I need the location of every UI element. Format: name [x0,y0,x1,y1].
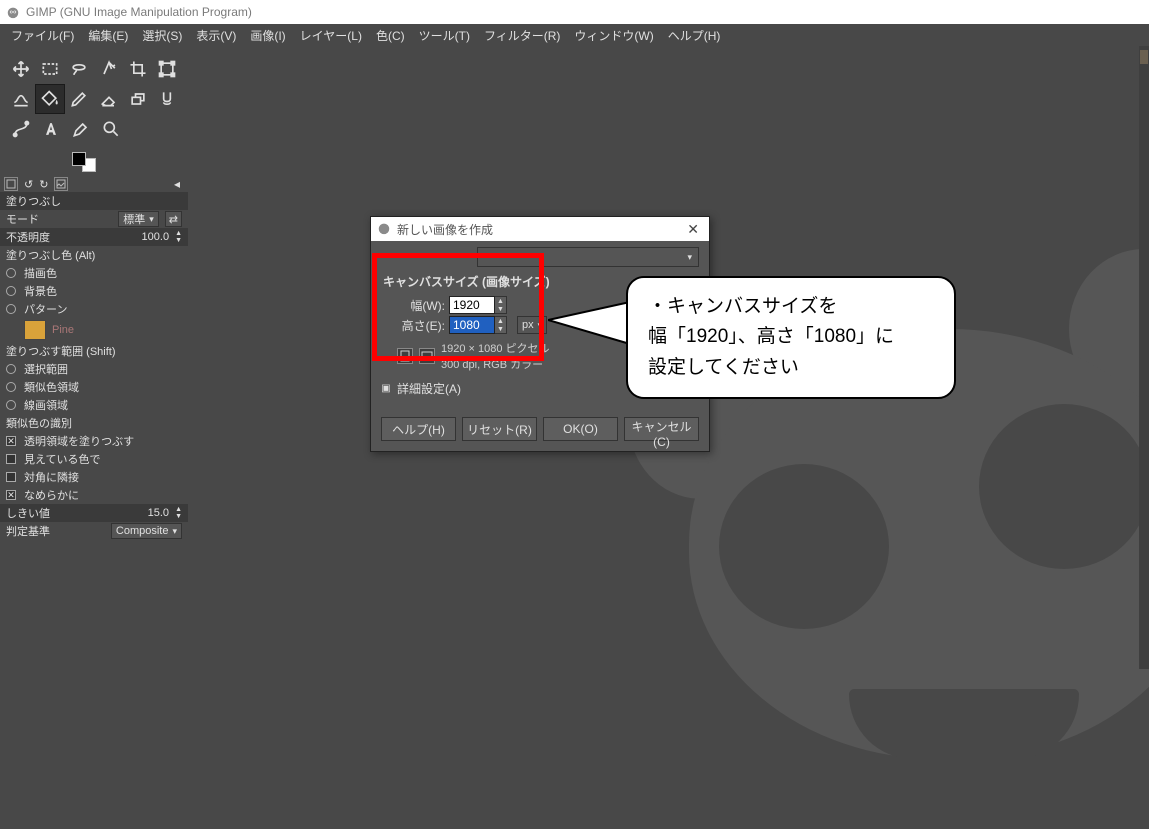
fill-pattern-radio[interactable]: パターン [0,300,188,318]
tool-lasso[interactable] [65,54,94,84]
app-icon [6,5,20,19]
tool-eraser[interactable] [94,84,123,114]
area-sim-radio[interactable]: 類似色領域 [0,378,188,396]
tool-transform[interactable] [153,54,182,84]
tool-options-header: 塗りつぶし [0,192,188,210]
menu-edit[interactable]: 編集(E) [81,25,135,46]
tool-color-picker[interactable] [66,114,96,144]
criteria-row: 判定基準 Composite▾ [0,522,188,540]
width-label: 幅(W): [397,297,445,314]
orientation-portrait-icon[interactable] [397,348,413,364]
tool-bucket-fill[interactable] [35,84,64,114]
menu-help[interactable]: ヘルプ(H) [661,25,728,46]
criteria-select[interactable]: Composite▾ [111,523,182,539]
dialog-close-icon[interactable]: ✕ [683,221,703,238]
fill-bg-radio[interactable]: 背景色 [0,282,188,300]
fill-type-label: 塗りつぶし色 (Alt) [0,246,188,264]
menu-tool[interactable]: ツール(T) [412,25,477,46]
tool-path[interactable] [6,114,36,144]
tool-warp[interactable] [6,84,35,114]
annotation-callout: ・キャンバスサイズを 幅「1920」、高さ「1080」に 設定してください [548,276,968,416]
fg-color-swatch[interactable] [72,152,86,166]
tool-move[interactable] [6,54,35,84]
tool-paintbrush[interactable] [65,84,94,114]
area-sel-radio[interactable]: 選択範囲 [0,360,188,378]
menu-filter[interactable]: フィルター(R) [477,25,567,46]
menu-view[interactable]: 表示(V) [189,25,243,46]
orientation-landscape-icon[interactable] [419,348,435,364]
dimension-info: 1920 × 1080 ピクセル 300 dpi, RGB カラー [441,340,550,372]
opacity-row[interactable]: 不透明度 100.0 ▲▼ [0,228,188,246]
menu-file[interactable]: ファイル(F) [4,25,81,46]
height-spinner[interactable]: ▲▼ [495,316,507,334]
dialog-title: 新しい画像を作成 [397,221,493,238]
window-title: GIMP (GNU Image Manipulation Program) [26,5,252,19]
height-input[interactable] [449,316,495,334]
opt-smooth-check[interactable]: ✕なめらかに [0,486,188,504]
opacity-label: 不透明度 [6,229,50,245]
unit-select[interactable]: px▾ [517,316,547,334]
width-spinner[interactable]: ▲▼ [495,296,507,314]
criteria-label: 判定基準 [6,523,50,539]
tool-smudge[interactable] [153,84,182,114]
callout-line2: 幅「1920」、高さ「1080」に [648,322,934,352]
undo-icon[interactable]: ↺ [24,178,33,191]
dialog-icon [377,221,391,238]
fill-area-label: 塗りつぶす範囲 (Shift) [0,342,188,360]
dialog-titlebar[interactable]: 新しい画像を作成 ✕ [371,217,709,241]
threshold-value: 15.0 [148,507,169,519]
callout-line1: ・キャンバスサイズを [648,292,934,322]
opt-trans-check[interactable]: ✕透明領域を塗りつぶす [0,432,188,450]
menu-select[interactable]: 選択(S) [135,25,189,46]
pattern-swatch[interactable]: Pine [0,318,188,342]
dock-tab-tooloptions[interactable] [4,177,18,191]
window-titlebar: GIMP (GNU Image Manipulation Program) [0,0,1149,24]
toolbox [0,46,188,148]
mode-select[interactable]: 標準▾ [118,211,159,227]
height-spinbox[interactable]: ▲▼ [449,316,507,334]
tool-clone[interactable] [123,84,152,114]
opacity-spinner[interactable]: ▲▼ [175,230,182,244]
tool-fuzzy-select[interactable] [94,54,123,84]
opt-diag-check[interactable]: 対角に隣接 [0,468,188,486]
opacity-value: 100.0 [142,231,170,243]
callout-line3: 設定してください [648,353,934,383]
mode-label: モード [6,211,39,227]
mode-row: モード 標準▾ ⇄ [0,210,188,228]
tool-crop[interactable] [123,54,152,84]
threshold-label: しきい値 [6,505,50,521]
threshold-spinner[interactable]: ▲▼ [175,506,182,520]
template-select[interactable]: ▾ [477,247,699,267]
tool-zoom[interactable] [96,114,126,144]
width-spinbox[interactable]: ▲▼ [449,296,507,314]
reset-button[interactable]: リセット(R) [462,417,537,441]
color-chooser[interactable] [0,148,188,176]
mode-swap-icon[interactable]: ⇄ [165,211,182,227]
tool-text[interactable] [36,114,66,144]
threshold-row[interactable]: しきい値 15.0 ▲▼ [0,504,188,522]
tool-rect-select[interactable] [35,54,64,84]
menu-layer[interactable]: レイヤー(L) [293,25,369,46]
area-line-radio[interactable]: 線画領域 [0,396,188,414]
height-label: 高さ(E): [397,317,445,334]
dock-menu-icon[interactable]: ◂ [170,178,184,190]
similar-label: 類似色の識別 [0,414,188,432]
dock-tabs: ↺ ↻ ◂ [0,176,188,192]
opt-visible-check[interactable]: 見えている色で [0,450,188,468]
width-input[interactable] [449,296,495,314]
menu-window[interactable]: ウィンドウ(W) [567,25,660,46]
dock-tab-images[interactable] [54,177,68,191]
fill-fg-radio[interactable]: 描画色 [0,264,188,282]
help-button[interactable]: ヘルプ(H) [381,417,456,441]
ok-button[interactable]: OK(O) [543,417,618,441]
cancel-button[interactable]: キャンセル(C) [624,417,699,441]
menu-color[interactable]: 色(C) [369,25,412,46]
menu-image[interactable]: 画像(I) [243,25,292,46]
expander-icon: ▣ [381,384,391,394]
redo-icon[interactable]: ↻ [39,178,48,191]
toolbox-panel: ↺ ↻ ◂ 塗りつぶし モード 標準▾ ⇄ 不透明度 100.0 ▲▼ 塗りつぶ… [0,46,188,669]
right-dock-sliver [1139,46,1149,669]
menu-bar: ファイル(F) 編集(E) 選択(S) 表示(V) 画像(I) レイヤー(L) … [0,24,1149,46]
